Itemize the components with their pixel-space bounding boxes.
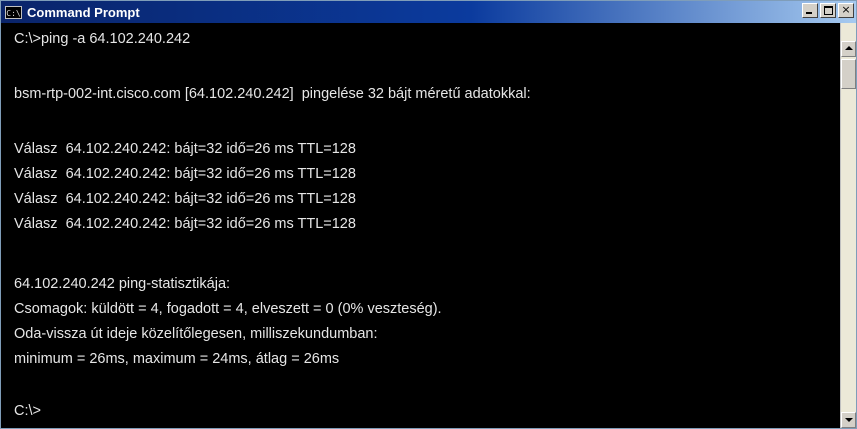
scroll-up-icon[interactable] [841, 41, 856, 57]
window-controls: × [802, 3, 854, 18]
vertical-scrollbar[interactable] [840, 23, 856, 428]
console-line: Válasz 64.102.240.242: bájt=32 idő=26 ms… [14, 166, 356, 182]
cmd-icon[interactable]: C:\ [5, 5, 22, 19]
maximize-icon[interactable] [820, 3, 836, 18]
console-output[interactable]: C:\>ping -a 64.102.240.242 bsm-rtp-002-i… [1, 23, 840, 428]
window-title: Command Prompt [27, 4, 140, 20]
console-line: bsm-rtp-002-int.cisco.com [64.102.240.24… [14, 86, 531, 102]
console-line: Válasz 64.102.240.242: bájt=32 idő=26 ms… [14, 216, 356, 232]
console-line: 64.102.240.242 ping-statisztikája: [14, 276, 231, 292]
close-icon[interactable]: × [838, 3, 854, 18]
console-line: minimum = 26ms, maximum = 24ms, átlag = … [14, 351, 340, 367]
console-line: Oda-vissza út ideje közelítőlegesen, mil… [14, 326, 378, 342]
console-line: C:\>ping -a 64.102.240.242 [14, 31, 191, 47]
console-line: Válasz 64.102.240.242: bájt=32 idő=26 ms… [14, 141, 356, 157]
command-prompt-window: C:\ Command Prompt × C:\>ping -a 64.102.… [0, 0, 857, 429]
title-bar[interactable]: C:\ Command Prompt × [1, 1, 856, 23]
console-prompt[interactable]: C:\> [14, 403, 41, 419]
scroll-thumb[interactable] [841, 59, 856, 89]
console-line: Válasz 64.102.240.242: bájt=32 idő=26 ms… [14, 191, 356, 207]
scroll-down-icon[interactable] [841, 412, 856, 428]
minimize-icon[interactable] [802, 3, 818, 18]
console-line: Csomagok: küldött = 4, fogadott = 4, elv… [14, 301, 442, 317]
